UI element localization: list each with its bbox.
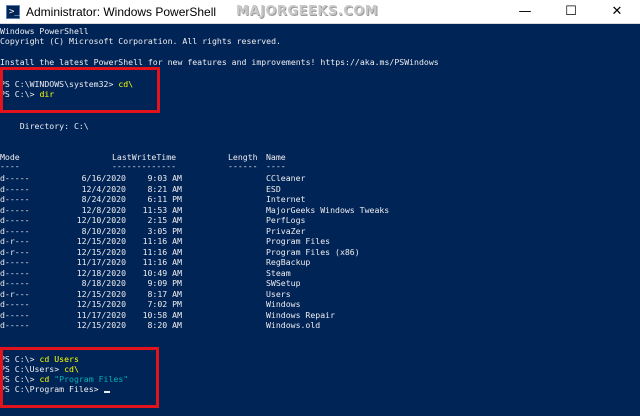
close-button[interactable]: ✕ (594, 0, 640, 24)
powershell-icon-glyph: >_ (9, 7, 20, 17)
row-name: RegBackup (266, 257, 311, 267)
row-mode: d----- (0, 204, 30, 215)
row-mode: d-r--- (0, 246, 30, 257)
maximize-button[interactable]: ☐ (548, 0, 594, 24)
row-time: 3:05 PM (147, 225, 182, 236)
row-mode: d----- (0, 225, 30, 236)
row-name: Users (266, 288, 291, 299)
row-name: CCleaner (266, 173, 306, 183)
row-name: Windows (266, 299, 301, 309)
row-date: 12/15/2020 (76, 288, 126, 299)
header-line: Windows PowerShell (0, 26, 89, 36)
row-mode: d-r--- (0, 288, 30, 299)
row-date: 12/8/2020 (81, 204, 126, 215)
header-underline: ---- (266, 161, 286, 171)
row-time: 10:58 AM (142, 309, 182, 320)
watermark-logo: MAJORGEEKS.COM (236, 4, 379, 19)
highlight-box (0, 347, 159, 408)
row-mode: d----- (0, 183, 30, 194)
row-date: 12/4/2020 (81, 183, 126, 194)
row-name: Windows Repair (266, 309, 336, 320)
row-mode: d----- (0, 320, 30, 330)
directory-label: Directory: C:\ (0, 121, 89, 131)
row-time: 9:09 PM (147, 278, 182, 288)
row-time: 11:53 AM (142, 204, 182, 215)
row-date: 8/18/2020 (81, 278, 126, 288)
row-name: Program Files (x86) (266, 246, 360, 257)
header-underline: ------------- (112, 161, 177, 171)
row-time: 8:21 AM (147, 183, 182, 194)
row-date: 12/15/2020 (76, 320, 126, 330)
row-mode: d----- (0, 173, 30, 183)
window-title: Administrator: Windows PowerShell (26, 5, 217, 19)
header-line: Copyright (C) Microsoft Corporation. All… (0, 36, 281, 46)
row-name: ESD (266, 183, 281, 194)
header-underline: ------ (228, 161, 258, 171)
row-time: 8:20 AM (147, 320, 182, 330)
row-mode: d----- (0, 194, 30, 204)
row-name: PrivaZer (266, 225, 306, 236)
row-date: 12/15/2020 (76, 246, 126, 257)
row-time: 6:11 PM (147, 194, 182, 204)
row-name: MajorGeeks Windows Tweaks (266, 204, 390, 215)
row-time: 11:16 AM (142, 246, 182, 257)
row-date: 12/10/2020 (76, 215, 126, 225)
row-date: 11/17/2020 (76, 257, 126, 267)
row-mode: d----- (0, 215, 30, 225)
highlight-box (0, 67, 160, 113)
row-time: 8:17 AM (147, 288, 182, 299)
row-mode: d----- (0, 278, 30, 288)
row-time: 9:03 AM (147, 173, 182, 183)
row-name: PerfLogs (266, 215, 306, 225)
row-date: 8/10/2020 (81, 225, 126, 236)
row-time: 2:15 AM (147, 215, 182, 225)
header-underline: ---- (0, 161, 20, 171)
row-time: 11:16 AM (142, 236, 182, 246)
row-name: Internet (266, 194, 306, 204)
minimize-button[interactable]: — (502, 0, 548, 24)
row-date: 12/15/2020 (76, 236, 126, 246)
row-date: 11/17/2020 (76, 309, 126, 320)
row-name: Steam (266, 267, 291, 278)
row-mode: d----- (0, 309, 30, 320)
row-name: SWSetup (266, 278, 301, 288)
title-bar[interactable]: >_ Administrator: Windows PowerShell MAJ… (0, 0, 640, 24)
row-date: 12/15/2020 (76, 299, 126, 309)
row-mode: d-r--- (0, 236, 30, 246)
row-date: 6/16/2020 (81, 173, 126, 183)
row-mode: d----- (0, 267, 30, 278)
row-time: 7:02 PM (147, 299, 182, 309)
header-line: Install the latest PowerShell for new fe… (0, 57, 439, 67)
row-time: 10:49 AM (142, 267, 182, 278)
row-date: 12/18/2020 (76, 267, 126, 278)
powershell-icon[interactable]: >_ (6, 5, 20, 19)
row-time: 11:16 AM (142, 257, 182, 267)
row-name: Program Files (266, 236, 331, 246)
row-mode: d----- (0, 257, 30, 267)
row-date: 8/24/2020 (81, 194, 126, 204)
row-name: Windows.old (266, 320, 321, 330)
row-mode: d----- (0, 299, 30, 309)
